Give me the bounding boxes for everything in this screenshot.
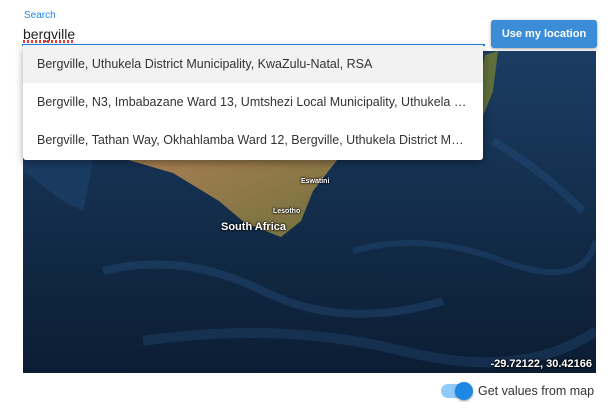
get-values-toggle[interactable] [441,382,473,400]
map-coordinates: -29.72122, 30.42166 [490,358,592,370]
map-label-eswatini: Eswatini [301,178,330,185]
suggestion-item[interactable]: Bergville, Tathan Way, Okhahlamba Ward 1… [23,121,483,159]
toggle-knob [455,382,473,400]
spellcheck-underline [23,40,73,43]
map-label-lesotho: Lesotho [273,208,301,215]
search-input[interactable] [22,24,485,46]
suggestion-item[interactable]: Bergville, N3, Imbabazane Ward 13, Umtsh… [23,83,483,121]
suggestion-item[interactable]: Bergville, Uthukela District Municipalit… [23,45,483,83]
get-values-toggle-label: Get values from map [478,384,595,398]
use-my-location-button[interactable]: Use my location [491,20,597,48]
search-suggestions-dropdown: Bergville, Uthukela District Municipalit… [23,45,483,160]
map-label-south-africa: South Africa [221,221,286,233]
search-label: Search [24,10,56,21]
